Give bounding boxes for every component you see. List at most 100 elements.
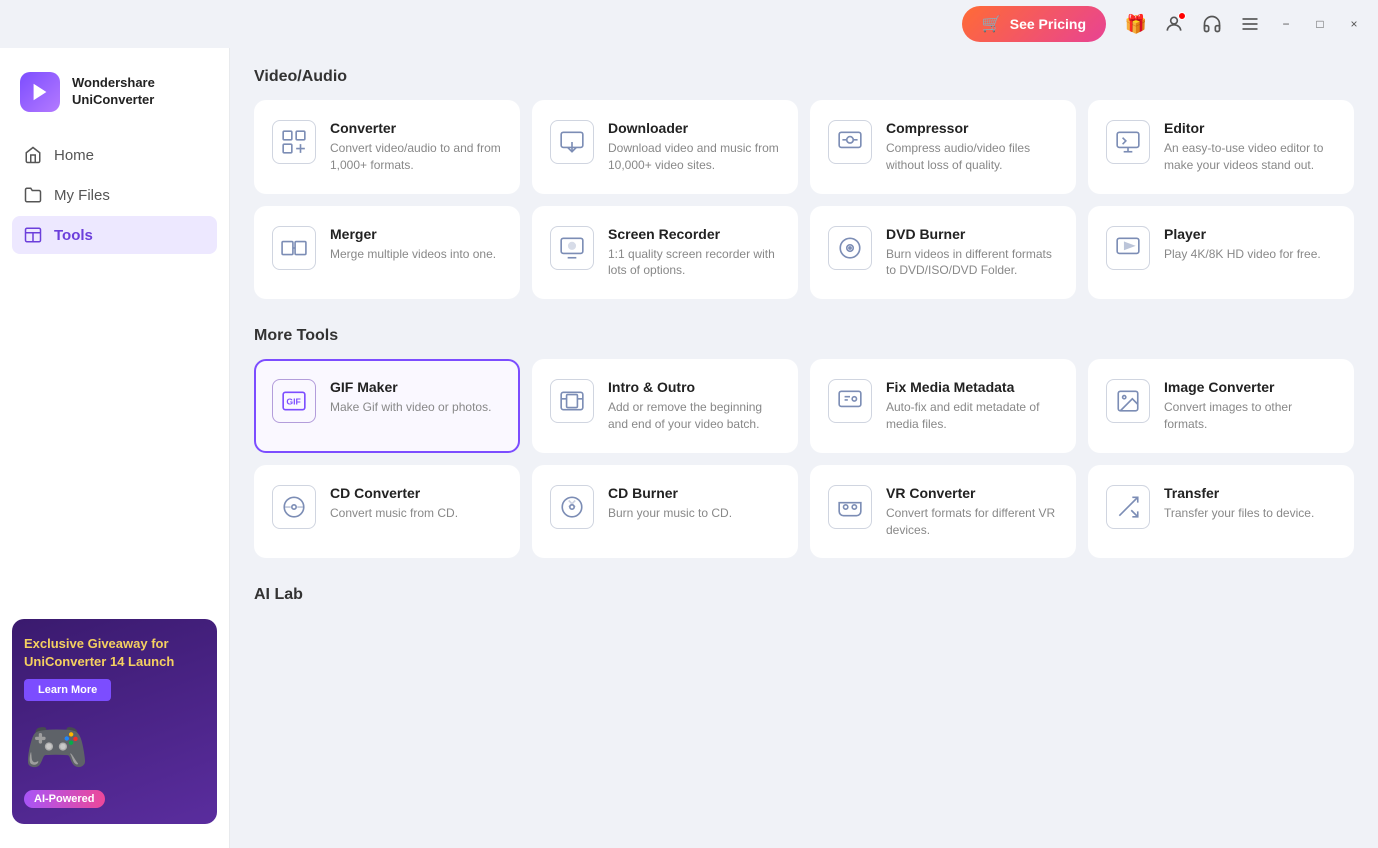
tool-card-downloader[interactable]: Downloader Download video and music from… (532, 100, 798, 194)
main-content: Video/Audio Converter Convert video/audi… (230, 48, 1378, 848)
see-pricing-button[interactable]: 🛒 See Pricing (962, 6, 1106, 42)
cd-burner-desc: Burn your music to CD. (608, 505, 780, 522)
tool-card-merger[interactable]: Merger Merge multiple videos into one. (254, 206, 520, 300)
fix-media-metadata-icon (828, 379, 872, 423)
cd-converter-name: CD Converter (330, 485, 502, 501)
converter-desc: Convert video/audio to and from 1,000+ f… (330, 140, 502, 174)
converter-name: Converter (330, 120, 502, 136)
sidebar-my-files-label: My Files (54, 187, 110, 204)
merger-desc: Merge multiple videos into one. (330, 246, 502, 263)
gif-maker-icon: GIF (272, 379, 316, 423)
gif-maker-info: GIF Maker Make Gif with video or photos. (330, 379, 502, 416)
svg-text:GIF: GIF (286, 396, 300, 406)
merger-icon (272, 226, 316, 270)
converter-icon (272, 120, 316, 164)
transfer-info: Transfer Transfer your files to device. (1164, 485, 1336, 522)
user-account-icon[interactable] (1160, 10, 1188, 38)
dvd-burner-name: DVD Burner (886, 226, 1058, 242)
brand-logo-area: Wondershare UniConverter (0, 64, 229, 136)
screen-recorder-name: Screen Recorder (608, 226, 780, 242)
video-audio-section-title: Video/Audio (254, 68, 1354, 86)
sidebar-tools-label: Tools (54, 227, 93, 244)
menu-icon[interactable] (1236, 10, 1264, 38)
see-pricing-label: See Pricing (1010, 16, 1086, 32)
promo-banner: Exclusive Giveaway for UniConverter 14 L… (12, 619, 217, 824)
sidebar-navigation: Home My Files Tools (0, 136, 229, 254)
merger-name: Merger (330, 226, 502, 242)
ai-lab-section-title: AI Lab (254, 586, 1354, 604)
tool-card-cd-converter[interactable]: CD Converter Convert music from CD. (254, 465, 520, 559)
video-audio-section: Video/Audio Converter Convert video/audi… (254, 68, 1354, 299)
more-tools-section: More Tools GIF GIF Maker Make Gif with v… (254, 327, 1354, 558)
fix-media-metadata-desc: Auto-fix and edit metadate of media file… (886, 399, 1058, 433)
tool-card-compressor[interactable]: Compressor Compress audio/video files wi… (810, 100, 1076, 194)
cd-converter-desc: Convert music from CD. (330, 505, 502, 522)
tool-card-player[interactable]: Player Play 4K/8K HD video for free. (1088, 206, 1354, 300)
gift-icon[interactable]: 🎁 (1122, 10, 1150, 38)
tool-card-screen-recorder[interactable]: Screen Recorder 1:1 quality screen recor… (532, 206, 798, 300)
vr-converter-desc: Convert formats for different VR devices… (886, 505, 1058, 539)
maximize-button[interactable]: □ (1308, 12, 1332, 36)
tool-card-image-converter[interactable]: Image Converter Convert images to other … (1088, 359, 1354, 453)
vr-converter-icon (828, 485, 872, 529)
more-tools-section-title: More Tools (254, 327, 1354, 345)
downloader-desc: Download video and music from 10,000+ vi… (608, 140, 780, 174)
minimize-button[interactable]: − (1274, 12, 1298, 36)
sidebar-item-home[interactable]: Home (12, 136, 217, 174)
vr-converter-name: VR Converter (886, 485, 1058, 501)
app-body: Wondershare UniConverter Home My Files (0, 48, 1378, 848)
cd-burner-info: CD Burner Burn your music to CD. (608, 485, 780, 522)
player-desc: Play 4K/8K HD video for free. (1164, 246, 1336, 263)
screen-recorder-icon (550, 226, 594, 270)
close-button[interactable]: × (1342, 12, 1366, 36)
tool-card-fix-media-metadata[interactable]: Fix Media Metadata Auto-fix and edit met… (810, 359, 1076, 453)
user-notification-dot (1178, 12, 1186, 20)
cd-burner-name: CD Burner (608, 485, 780, 501)
editor-icon (1106, 120, 1150, 164)
sidebar-home-label: Home (54, 147, 94, 164)
app-logo (20, 72, 60, 112)
converter-info: Converter Convert video/audio to and fro… (330, 120, 502, 174)
brand-name-line1: Wondershare (72, 75, 155, 92)
tool-card-dvd-burner[interactable]: DVD Burner Burn videos in different form… (810, 206, 1076, 300)
tool-card-transfer[interactable]: Transfer Transfer your files to device. (1088, 465, 1354, 559)
transfer-desc: Transfer your files to device. (1164, 505, 1336, 522)
compressor-info: Compressor Compress audio/video files wi… (886, 120, 1058, 174)
editor-desc: An easy-to-use video editor to make your… (1164, 140, 1336, 174)
tool-card-cd-burner[interactable]: CD Burner Burn your music to CD. (532, 465, 798, 559)
dvd-burner-info: DVD Burner Burn videos in different form… (886, 226, 1058, 280)
tool-card-editor[interactable]: Editor An easy-to-use video editor to ma… (1088, 100, 1354, 194)
tool-card-converter[interactable]: Converter Convert video/audio to and fro… (254, 100, 520, 194)
tool-card-vr-converter[interactable]: VR Converter Convert formats for differe… (810, 465, 1076, 559)
vr-converter-info: VR Converter Convert formats for differe… (886, 485, 1058, 539)
fix-media-metadata-name: Fix Media Metadata (886, 379, 1058, 395)
home-icon (24, 146, 42, 164)
player-info: Player Play 4K/8K HD video for free. (1164, 226, 1336, 263)
intro-outro-name: Intro & Outro (608, 379, 780, 395)
promo-image-placeholder: 🎮 (24, 717, 205, 778)
promo-learn-more-button[interactable]: Learn More (24, 679, 111, 701)
more-tools-grid: GIF GIF Maker Make Gif with video or pho… (254, 359, 1354, 558)
transfer-icon (1106, 485, 1150, 529)
tool-card-intro-outro[interactable]: Intro & Outro Add or remove the beginnin… (532, 359, 798, 453)
compressor-desc: Compress audio/video files without loss … (886, 140, 1058, 174)
ai-lab-section: AI Lab (254, 586, 1354, 604)
headset-icon[interactable] (1198, 10, 1226, 38)
sidebar: Wondershare UniConverter Home My Files (0, 48, 230, 848)
promo-title: Exclusive Giveaway for UniConverter 14 L… (24, 635, 205, 671)
cd-converter-info: CD Converter Convert music from CD. (330, 485, 502, 522)
merger-info: Merger Merge multiple videos into one. (330, 226, 502, 263)
player-name: Player (1164, 226, 1336, 242)
image-converter-name: Image Converter (1164, 379, 1336, 395)
image-converter-icon (1106, 379, 1150, 423)
screen-recorder-desc: 1:1 quality screen recorder with lots of… (608, 246, 780, 280)
sidebar-item-tools[interactable]: Tools (12, 216, 217, 254)
downloader-name: Downloader (608, 120, 780, 136)
sidebar-item-my-files[interactable]: My Files (12, 176, 217, 214)
video-audio-tools-grid: Converter Convert video/audio to and fro… (254, 100, 1354, 299)
tool-card-gif-maker[interactable]: GIF GIF Maker Make Gif with video or pho… (254, 359, 520, 453)
player-icon (1106, 226, 1150, 270)
image-converter-desc: Convert images to other formats. (1164, 399, 1336, 433)
fix-media-metadata-info: Fix Media Metadata Auto-fix and edit met… (886, 379, 1058, 433)
dvd-burner-icon (828, 226, 872, 270)
